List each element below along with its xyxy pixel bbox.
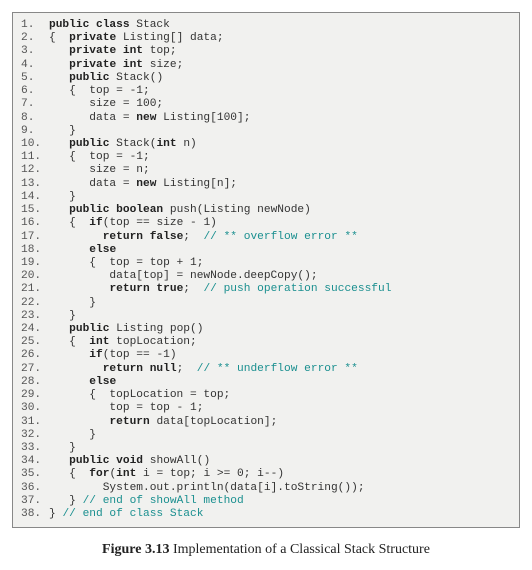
figure-number: Figure 3.13 [102,542,169,557]
figure-caption: Figure 3.13 Implementation of a Classica… [12,542,520,558]
code-listing: 1.public class Stack 2.{ private Listing… [12,12,520,528]
figure-title: Implementation of a Classical Stack Stru… [169,542,429,557]
